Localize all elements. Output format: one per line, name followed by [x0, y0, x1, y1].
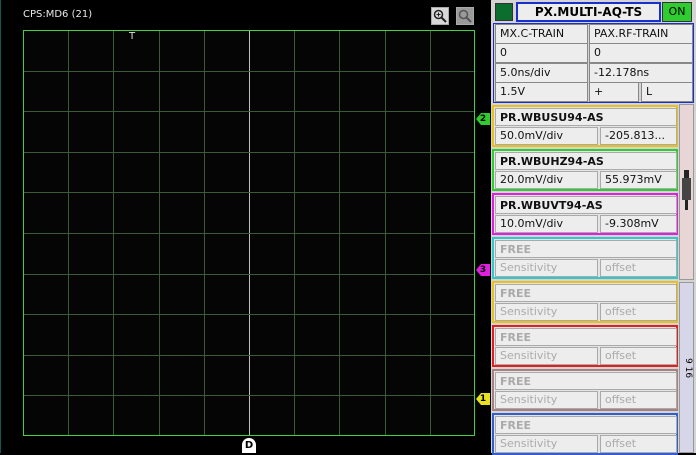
- channel-1-marker-label: 1: [479, 394, 487, 404]
- trigger-marker: T: [129, 31, 136, 42]
- trigger-source-2[interactable]: PAX.RF-TRAIN: [589, 24, 693, 44]
- channel-sensitivity[interactable]: Sensitivity: [495, 347, 598, 365]
- channel-offset[interactable]: 55.973mV: [600, 171, 677, 189]
- channel-offset[interactable]: offset: [600, 391, 677, 409]
- zoom-in-button[interactable]: [431, 7, 449, 25]
- header-color-swatch[interactable]: [495, 3, 513, 21]
- channel-offset[interactable]: -205.813...: [600, 127, 677, 145]
- channel-box: PR.WBUVT94-AS 10.0mV/div -9.308mV: [492, 193, 678, 235]
- channel-offset[interactable]: offset: [600, 347, 677, 365]
- channel-2-marker-label: 2: [479, 114, 487, 124]
- channel-2-marker[interactable]: 2: [476, 112, 490, 126]
- zoom-out-button[interactable]: [456, 7, 474, 25]
- channel-sensitivity[interactable]: 10.0mV/div: [495, 215, 598, 233]
- timebase-field[interactable]: 5.0ns/div: [495, 63, 588, 83]
- channel-sensitivity[interactable]: 20.0mV/div: [495, 171, 598, 189]
- oscilloscope-display: CPS:MD6 (21) T 2 3 1 D: [0, 0, 491, 453]
- channel-box: FREE Sensitivity offset: [492, 369, 678, 411]
- on-toggle[interactable]: ON: [662, 2, 692, 22]
- time-offset-field[interactable]: -12.178ns: [589, 63, 693, 83]
- channel-name[interactable]: FREE: [495, 416, 677, 434]
- zoom-out-icon: [458, 9, 472, 23]
- trigger-level-field[interactable]: 1.5V: [495, 82, 588, 102]
- panel-header: PX.MULTI-AQ-TS ON: [493, 1, 694, 22]
- source-2-value[interactable]: 0: [589, 43, 693, 63]
- channel-offset[interactable]: offset: [600, 435, 677, 453]
- channel-offset[interactable]: offset: [600, 303, 677, 321]
- channel-name[interactable]: FREE: [495, 328, 677, 346]
- zoom-in-icon: [433, 9, 447, 23]
- trigger-source-1[interactable]: MX.C-TRAIN: [495, 24, 588, 44]
- channel-name[interactable]: FREE: [495, 284, 677, 302]
- channel-sensitivity[interactable]: Sensitivity: [495, 435, 598, 453]
- source-1-value[interactable]: 0: [495, 43, 588, 63]
- channel-name[interactable]: PR.WBUHZ94-AS: [495, 152, 677, 170]
- channel-3-marker[interactable]: 3: [476, 263, 490, 277]
- scope-grid[interactable]: [23, 30, 475, 436]
- channel-offset[interactable]: -9.308mV: [600, 215, 677, 233]
- channel-name[interactable]: FREE: [495, 240, 677, 258]
- delay-marker[interactable]: D: [242, 438, 256, 453]
- acquisition-title[interactable]: PX.MULTI-AQ-TS: [516, 2, 661, 22]
- channel-box: FREE Sensitivity offset: [492, 237, 678, 279]
- channel-name[interactable]: PR.WBUVT94-AS: [495, 196, 677, 214]
- trigger-slope-field[interactable]: +: [589, 82, 639, 102]
- channel-name[interactable]: PR.WBUSU94-AS: [495, 108, 677, 126]
- probe-connector-icon: [682, 170, 691, 210]
- channel-box: PR.WBUSU94-AS 50.0mV/div -205.813...: [492, 105, 678, 147]
- channel-range-label: 9 16: [683, 358, 693, 379]
- channel-3-marker-label: 3: [479, 265, 487, 275]
- trigger-coupling-field[interactable]: L: [641, 82, 693, 102]
- channel-box: FREE Sensitivity offset: [492, 281, 678, 323]
- channel-name[interactable]: FREE: [495, 372, 677, 390]
- channel-sensitivity[interactable]: Sensitivity: [495, 391, 598, 409]
- channel-sensitivity[interactable]: Sensitivity: [495, 303, 598, 321]
- scope-title: CPS:MD6 (21): [23, 9, 93, 20]
- control-panel: PX.MULTI-AQ-TS ON MX.C-TRAIN PAX.RF-TRAI…: [491, 0, 696, 455]
- timebase-section: MX.C-TRAIN PAX.RF-TRAIN 0 0 5.0ns/div -1…: [493, 23, 694, 103]
- channel-sensitivity[interactable]: Sensitivity: [495, 259, 598, 277]
- channel-sensitivity[interactable]: 50.0mV/div: [495, 127, 598, 145]
- channel-offset[interactable]: offset: [600, 259, 677, 277]
- channel-1-marker[interactable]: 1: [476, 392, 490, 406]
- channel-box: FREE Sensitivity offset: [492, 325, 678, 367]
- channel-box: FREE Sensitivity offset: [492, 413, 678, 455]
- channel-box: PR.WBUHZ94-AS 20.0mV/div 55.973mV: [492, 149, 678, 191]
